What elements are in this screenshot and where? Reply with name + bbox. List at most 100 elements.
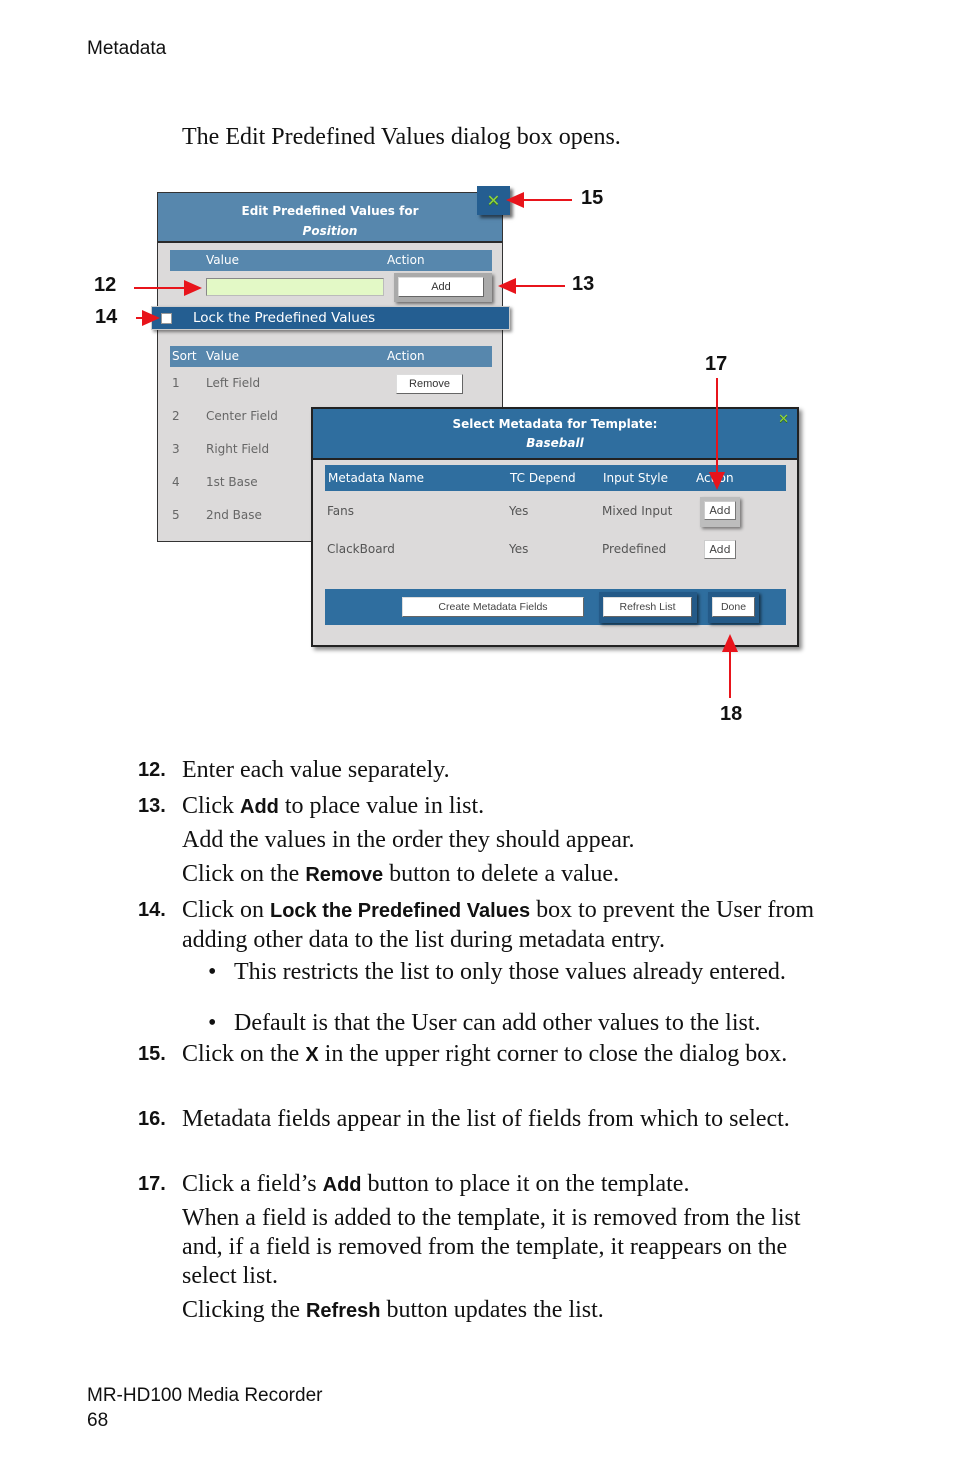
row-value: 1st Base [206, 475, 258, 489]
col-metadata-name: Metadata Name [328, 471, 425, 485]
callout-13: 13 [572, 273, 595, 295]
done-button-frame: Done [708, 592, 759, 623]
cell-name: Fans [327, 504, 355, 518]
step-13-note-1: Add the values in the order they should … [182, 827, 635, 853]
ui-term: Refresh [305, 1300, 381, 1322]
step-13: 13. Click Add to place value in list. [138, 792, 838, 822]
step-text: Click on the X in the upper right corner… [182, 1040, 838, 1070]
select-metadata-dialog: Select Metadata for Template: Baseball ✕… [311, 407, 799, 647]
row-sort: 3 [172, 442, 180, 456]
step-number: 16. [138, 1108, 166, 1130]
text-run: Click on the [182, 861, 306, 887]
step-number: 14. [138, 899, 166, 921]
step-12: 12. Enter each value separately. [138, 756, 838, 785]
dialog-title-bar: Select Metadata for Template: Baseball ✕ [313, 409, 797, 460]
lock-checkbox[interactable] [161, 313, 172, 324]
col-input-style: Input Style [603, 471, 669, 485]
col-value: Value [206, 253, 239, 267]
ui-term: Remove [305, 864, 384, 886]
step-15: 15. Click on the X in the upper right co… [138, 1040, 838, 1070]
text-run: in the upper right corner to close the d… [318, 1041, 788, 1067]
step-number: 13. [138, 795, 166, 817]
row-value: 2nd Base [206, 508, 262, 522]
page-number: 68 [87, 1410, 109, 1431]
text-run: Click [182, 793, 240, 819]
dialog-subtitle: Baseball [526, 436, 584, 450]
row-sort: 5 [172, 508, 180, 522]
lock-predefined-values-row[interactable]: Lock the Predefined Values [151, 306, 510, 330]
step-text: Click Add to place value in list. [182, 792, 838, 822]
bullet-glyph: • [208, 959, 217, 985]
refresh-button-frame: Refresh List [599, 592, 697, 623]
entry-header: Value Action [170, 250, 492, 271]
col-tc-depend: TC Depend [510, 471, 576, 485]
step-text: Metadata fields appear in the list of fi… [182, 1106, 790, 1132]
bullet-text: This restricts the list to only those va… [234, 959, 786, 985]
dialog-title: Edit Predefined Values for [241, 204, 419, 218]
create-metadata-fields-button[interactable]: Create Metadata Fields [402, 597, 584, 617]
ui-term: Add [240, 796, 279, 818]
col-action: Action [696, 471, 734, 485]
text-run: Click a field’s [182, 1171, 323, 1197]
row-sort: 2 [172, 409, 180, 423]
step-17: 17. Click a field’s Add button to place … [138, 1170, 838, 1200]
step-13-note-2: Click on the Remove button to delete a v… [182, 860, 832, 890]
step-17-note-1: When a field is added to the template, i… [182, 1205, 801, 1289]
callout-17: 17 [705, 353, 728, 375]
row-value: Left Field [206, 376, 261, 390]
lock-label: Lock the Predefined Values [193, 310, 376, 326]
row-sort: 1 [172, 376, 180, 390]
ui-term: X [305, 1044, 319, 1066]
step-number: 12. [138, 759, 166, 781]
refresh-list-button[interactable]: Refresh List [603, 597, 692, 617]
step-14: 14. Click on Lock the Predefined Values … [138, 896, 838, 955]
step-text: Enter each value separately. [182, 757, 450, 783]
text-run: Click on the [182, 1041, 306, 1067]
text-run: button to delete a value. [383, 861, 620, 887]
add-button-frame: Add [700, 497, 740, 527]
dialog-subtitle: Position [302, 224, 358, 238]
step-number: 17. [138, 1173, 166, 1195]
ui-term: Lock the Predefined Values [270, 900, 531, 922]
text-run: Click on [182, 897, 270, 923]
bullet-item: • Default is that the User can add other… [208, 1011, 828, 1036]
callout-15: 15 [581, 187, 604, 209]
intro-text: The Edit Predefined Values dialog box op… [182, 124, 621, 150]
add-field-button[interactable]: Add [704, 501, 736, 520]
col-action: Action [387, 349, 425, 363]
col-action: Action [387, 253, 425, 267]
done-button[interactable]: Done [712, 597, 755, 617]
row-sort: 4 [172, 475, 180, 489]
cell-name: ClackBoard [327, 542, 395, 556]
value-input[interactable] [206, 278, 384, 296]
x-close-icon: ✕ [486, 190, 501, 210]
table-header: Metadata Name TC Depend Input Style Acti… [325, 465, 786, 491]
page-footer: MR-HD100 Media Recorder 68 [87, 1383, 322, 1433]
row-value: Right Field [206, 442, 270, 456]
dialog-title: Select Metadata for Template: [452, 417, 658, 431]
x-close-icon[interactable]: ✕ [778, 413, 789, 426]
cell-tc: Yes [509, 542, 529, 556]
bullet-glyph: • [208, 1010, 217, 1036]
text-run: Clicking the [182, 1297, 306, 1323]
callout-12: 12 [94, 274, 117, 296]
step-text: Click on Lock the Predefined Values box … [182, 896, 838, 955]
add-value-button[interactable]: Add [398, 277, 484, 297]
dialog-title-bar: Edit Predefined Values for Position [158, 193, 502, 243]
add-field-button[interactable]: Add [704, 540, 736, 559]
dialog-footer: Create Metadata Fields Refresh List Done [325, 589, 786, 625]
bullet-text: Default is that the User can add other v… [234, 1010, 761, 1036]
text-run: to place value in list. [278, 793, 485, 819]
cell-tc: Yes [509, 504, 529, 518]
step-text: Click a field’s Add button to place it o… [182, 1170, 838, 1200]
text-run: button updates the list. [380, 1297, 604, 1323]
add-button-frame: Add [394, 273, 492, 302]
product-name: MR-HD100 Media Recorder [87, 1385, 323, 1406]
remove-button[interactable]: Remove [396, 374, 463, 394]
running-header: Metadata [87, 38, 167, 59]
callout-18: 18 [720, 703, 743, 725]
col-value: Value [206, 349, 239, 363]
step-number: 15. [138, 1043, 166, 1065]
row-value: Center Field [206, 409, 278, 423]
close-button[interactable]: ✕ [477, 186, 510, 215]
